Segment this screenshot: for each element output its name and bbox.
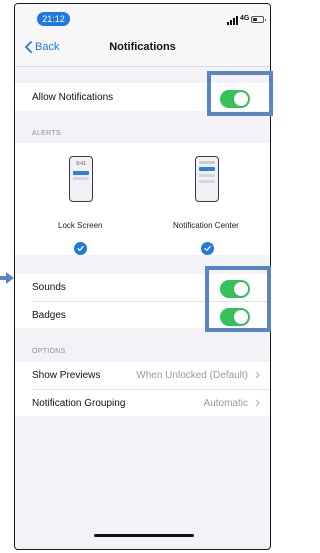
notification-center-banner: [199, 167, 215, 171]
status-bar: 21:12 4G: [15, 4, 270, 28]
sounds-label: Sounds: [32, 282, 66, 293]
lock-screen-label: Lock Screen: [58, 221, 103, 230]
highlight-box-sounds-badges: [205, 266, 271, 332]
chevron-right-icon: [255, 399, 260, 407]
notification-grouping-label: Notification Grouping: [32, 398, 126, 409]
show-previews-row[interactable]: Show Previews When Unlocked (Default): [15, 362, 270, 388]
alert-option-lock-screen[interactable]: 9:41 Lock Screen: [58, 156, 102, 255]
notification-center-label: Notification Center: [173, 221, 239, 230]
lock-screen-banner: [73, 171, 89, 175]
lock-screen-preview: 9:41: [69, 156, 93, 202]
notification-grouping-row[interactable]: Notification Grouping Automatic: [15, 390, 270, 416]
page-title: Notifications: [109, 41, 176, 53]
show-previews-value: When Unlocked (Default): [136, 370, 248, 381]
highlight-box-allow: [207, 71, 273, 116]
badges-label: Badges: [32, 310, 66, 321]
notification-center-preview: [195, 156, 219, 202]
lock-screen-check-icon: [74, 242, 87, 255]
status-time: 21:12: [37, 12, 70, 26]
notification-center-check-icon: [201, 242, 214, 255]
notification-grouping-value: Automatic: [203, 398, 248, 409]
network-type: 4G: [240, 15, 250, 22]
pointer-arrow-icon: [0, 272, 14, 284]
navigation-bar: Back Notifications: [15, 28, 270, 67]
home-indicator: [94, 534, 194, 537]
signal-icon: [227, 16, 239, 25]
lock-screen-time: 9:41: [76, 161, 86, 167]
options-header: OPTIONS: [32, 348, 66, 355]
battery-icon: [251, 16, 266, 23]
allow-notifications-label: Allow Notifications: [32, 92, 114, 103]
alerts-header: ALERTS: [32, 130, 61, 137]
chevron-right-icon: [255, 371, 260, 379]
options-group: Show Previews When Unlocked (Default) No…: [15, 362, 270, 416]
show-previews-label: Show Previews: [32, 370, 101, 381]
alerts-group: 9:41 Lock Screen Notification Center: [15, 143, 270, 255]
alert-option-notification-center[interactable]: Notification Center: [173, 156, 239, 255]
